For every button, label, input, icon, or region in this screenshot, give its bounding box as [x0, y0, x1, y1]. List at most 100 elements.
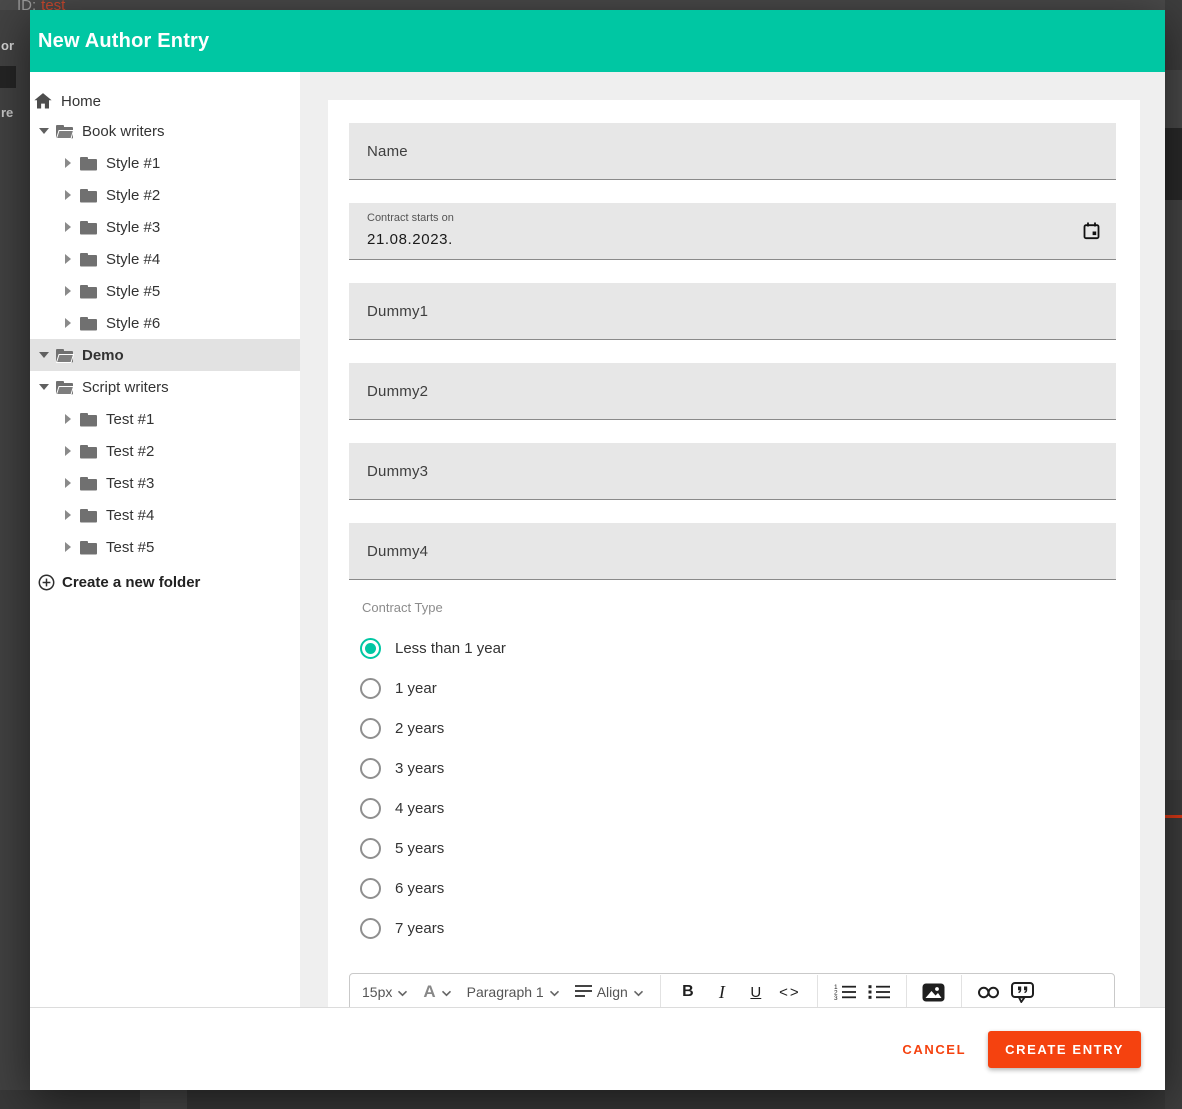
tree-item-label: Style #5	[106, 283, 160, 300]
tree-item-test-5[interactable]: Test #5	[30, 531, 300, 563]
plus-circle-icon	[38, 574, 55, 591]
radio-circle-icon	[360, 918, 381, 939]
tree-item-label: Book writers	[82, 123, 165, 140]
field-dummy1[interactable]: Dummy1	[349, 283, 1116, 340]
background-text-fragment: re	[1, 105, 13, 120]
ordered-list-button[interactable]: 123	[828, 984, 862, 1000]
sidebar-item-home[interactable]: Home	[30, 87, 300, 115]
caret-right-icon	[65, 318, 71, 328]
chevron-down-icon	[549, 984, 560, 1000]
radio-3-years[interactable]: 3 years	[360, 748, 444, 788]
field-dummy3[interactable]: Dummy3	[349, 443, 1116, 500]
tree-item-test-2[interactable]: Test #2	[30, 435, 300, 467]
tree-item-label: Test #3	[106, 475, 154, 492]
align-dropdown[interactable]: Align	[575, 984, 644, 1001]
folder-tree-sidebar: Home Book writers Style #1 Style #2 St	[30, 72, 300, 1007]
tree-item-label: Demo	[82, 347, 124, 364]
code-view-button[interactable]: <>	[773, 984, 807, 1001]
italic-button[interactable]: I	[705, 982, 739, 1003]
folder-closed-icon	[79, 188, 98, 203]
richtext-toolbar: 15px A Paragraph 1 Align BIU<>	[349, 973, 1115, 1007]
underline-button[interactable]: U	[739, 984, 773, 1001]
radio-label: 4 years	[395, 800, 444, 817]
field-label: Dummy4	[367, 523, 428, 579]
caret-right-icon	[65, 510, 71, 520]
folder-closed-icon	[79, 476, 98, 491]
tree-item-style-5[interactable]: Style #5	[30, 275, 300, 307]
background-text-fragment: or	[1, 38, 14, 53]
tree-item-style-4[interactable]: Style #4	[30, 243, 300, 275]
folder-closed-icon	[79, 316, 98, 331]
tree-item-label: Test #4	[106, 507, 154, 524]
toolbar-separator	[817, 975, 818, 1007]
background-page-bottom	[0, 1090, 1182, 1109]
insert-link-button[interactable]	[972, 986, 1006, 999]
caret-right-icon	[65, 190, 71, 200]
paragraph-style-dropdown[interactable]: Paragraph 1	[467, 984, 560, 1000]
field-value: 21.08.2023.	[367, 231, 453, 248]
tree-item-label: Style #1	[106, 155, 160, 172]
tree-item-style-6[interactable]: Style #6	[30, 307, 300, 339]
field-label: Dummy2	[367, 363, 428, 419]
paragraph-style-value: Paragraph 1	[467, 984, 544, 1000]
text-color-dropdown[interactable]: A	[423, 982, 451, 1002]
tree-item-label: Test #2	[106, 443, 154, 460]
bold-button[interactable]: B	[671, 983, 705, 1001]
home-icon	[34, 93, 52, 109]
background-block	[140, 1090, 187, 1109]
radio-label: 6 years	[395, 880, 444, 897]
unordered-list-button[interactable]	[862, 984, 896, 1000]
field-label: Dummy1	[367, 283, 428, 339]
tree-item-label: Style #3	[106, 219, 160, 236]
chevron-down-icon	[441, 984, 452, 1000]
tree-item-test-1[interactable]: Test #1	[30, 403, 300, 435]
dialog-title: New Author Entry	[38, 30, 209, 53]
field-dummy4[interactable]: Dummy4	[349, 523, 1116, 580]
caret-right-icon	[65, 478, 71, 488]
background-dark-block	[0, 66, 16, 88]
radio-label: 2 years	[395, 720, 444, 737]
caret-right-icon	[65, 414, 71, 424]
radio-7-years[interactable]: 7 years	[360, 908, 444, 948]
radio-circle-icon	[360, 638, 381, 659]
folder-closed-icon	[79, 444, 98, 459]
tree-item-style-3[interactable]: Style #3	[30, 211, 300, 243]
tree-item-book-writers[interactable]: Book writers	[30, 115, 300, 147]
insert-quote-button[interactable]	[1006, 982, 1040, 1003]
tree-item-script-writers[interactable]: Script writers	[30, 371, 300, 403]
tree-item-style-2[interactable]: Style #2	[30, 179, 300, 211]
folder-closed-icon	[79, 284, 98, 299]
calendar-icon[interactable]	[1083, 222, 1100, 240]
tree-item-label: Script writers	[82, 379, 169, 396]
radio-6-years[interactable]: 6 years	[360, 868, 444, 908]
font-size-dropdown[interactable]: 15px	[362, 984, 408, 1000]
folder-open-icon	[55, 380, 74, 395]
create-new-folder-button[interactable]: Create a new folder	[30, 566, 300, 598]
folder-closed-icon	[79, 412, 98, 427]
field-name[interactable]: Name	[349, 123, 1116, 180]
field-dummy2[interactable]: Dummy2	[349, 363, 1116, 420]
cancel-button[interactable]: CANCEL	[902, 1042, 966, 1057]
toolbar-separator	[660, 975, 661, 1007]
folder-closed-icon	[79, 220, 98, 235]
tree-item-label: Test #1	[106, 411, 154, 428]
field-contract-starts-on[interactable]: Contract starts on 21.08.2023.	[349, 203, 1116, 260]
folder-open-icon	[55, 348, 74, 363]
contract-type-label: Contract Type	[362, 600, 443, 615]
tree-item-style-1[interactable]: Style #1	[30, 147, 300, 179]
radio-5-years[interactable]: 5 years	[360, 828, 444, 868]
radio-2-years[interactable]: 2 years	[360, 708, 444, 748]
tree-item-test-3[interactable]: Test #3	[30, 467, 300, 499]
radio-4-years[interactable]: 4 years	[360, 788, 444, 828]
folder-closed-icon	[79, 252, 98, 267]
tree-item-test-4[interactable]: Test #4	[30, 499, 300, 531]
radio-1-year[interactable]: 1 year	[360, 668, 437, 708]
tree-item-demo[interactable]: Demo	[30, 339, 300, 371]
caret-right-icon	[65, 158, 71, 168]
insert-image-button[interactable]	[917, 983, 951, 1002]
radio-less-than-1-year[interactable]: Less than 1 year	[360, 628, 506, 668]
background-page-top: ID:test	[0, 0, 1182, 10]
create-entry-button[interactable]: CREATE ENTRY	[988, 1031, 1141, 1068]
radio-label: 7 years	[395, 920, 444, 937]
tree-item-label: Style #6	[106, 315, 160, 332]
